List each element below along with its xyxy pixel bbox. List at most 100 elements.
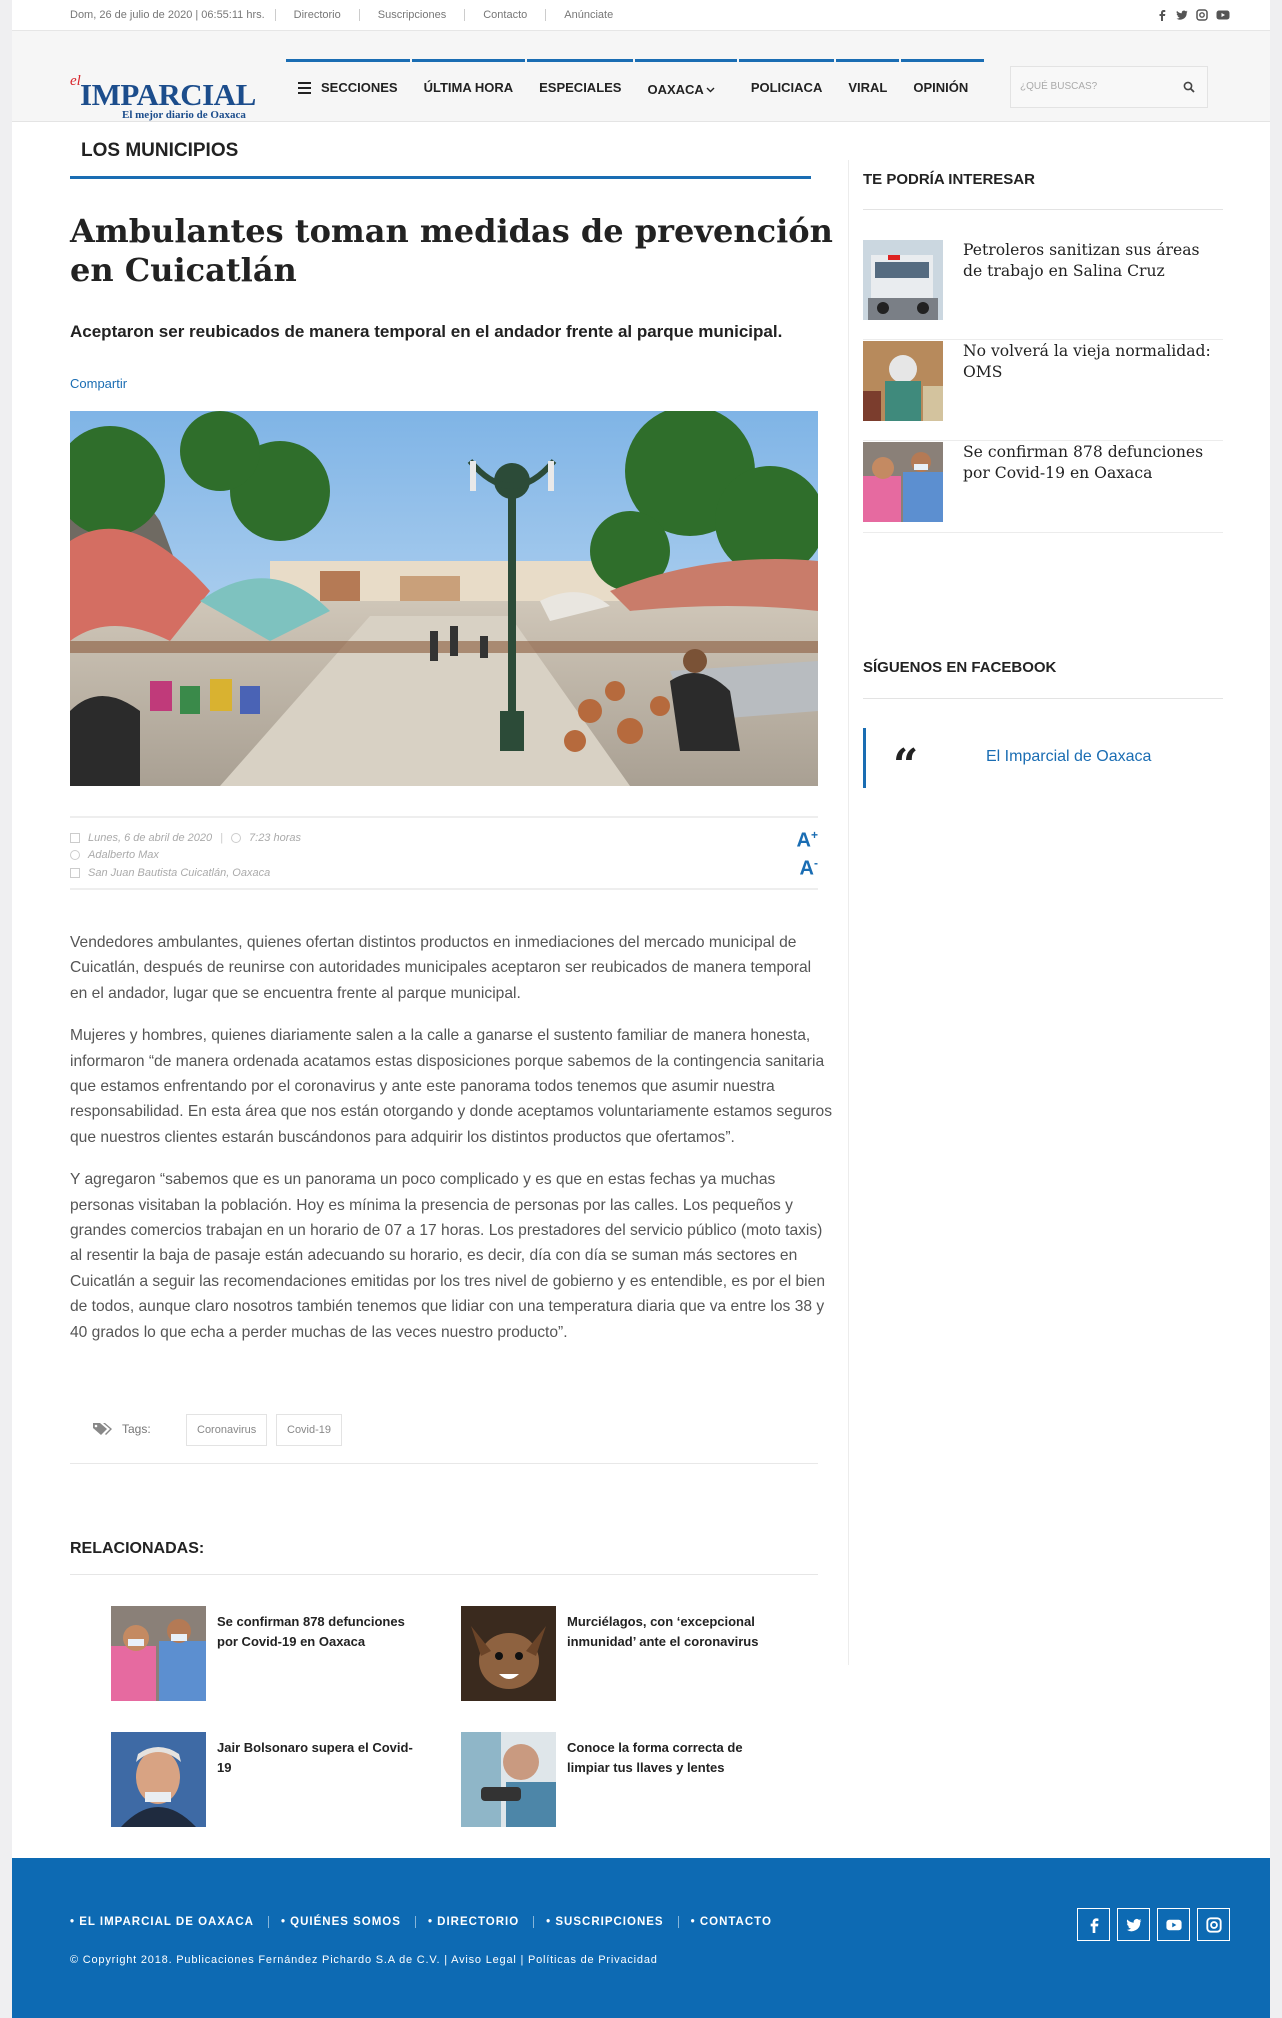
article-time: 7:23 horas (249, 832, 301, 844)
footer-facebook-button[interactable] (1077, 1908, 1110, 1941)
article-meta: Lunes, 6 de abril de 2020 | 7:23 horas A… (70, 816, 818, 890)
nav-policiaca[interactable]: POLICIACA (738, 59, 835, 119)
site-header: el IMPARCIAL El mejor diario de Oaxaca S… (12, 31, 1270, 122)
nav-label: OPINIÓN (913, 80, 969, 95)
related-item[interactable]: Jair Bolsonaro supera el Covid-19 (111, 1732, 431, 1827)
nav-opinion[interactable]: OPINIÓN (901, 59, 985, 119)
meta-date-row: Lunes, 6 de abril de 2020 | 7:23 horas (70, 832, 301, 844)
link-directorio[interactable]: Directorio (294, 9, 360, 21)
copyright: © Copyright 2018. Publicaciones Fernánde… (70, 1954, 658, 1966)
nav-label: OAXACA (647, 82, 704, 97)
youtube-icon (1165, 1919, 1182, 1930)
font-decrease-button[interactable]: A- (797, 852, 818, 880)
footer-link-directorio[interactable]: • DIRECTORIO (428, 1916, 535, 1928)
related-thumbnail (461, 1732, 556, 1827)
tags-label-wrap: Tags: (92, 1422, 151, 1436)
footer-link-suscripciones[interactable]: • SUSCRIPCIONES (546, 1916, 679, 1928)
article-author: Adalberto Max (88, 849, 159, 861)
font-increase-sign: + (810, 828, 818, 842)
nav-label: VIRAL (848, 80, 888, 95)
related-item[interactable]: Se confirman 878 defunciones por Covid-1… (111, 1606, 431, 1701)
search-icon[interactable] (1183, 81, 1195, 93)
footer-social (1077, 1908, 1230, 1941)
clock-icon (231, 833, 242, 843)
sidebar-item-title: Petroleros sanitizan sus áreas de trabaj… (963, 241, 1200, 280)
tag-coronavirus[interactable]: Coronavirus (186, 1414, 268, 1446)
article-paragraph: Vendedores ambulantes, quienes ofertan d… (70, 934, 812, 1002)
font-increase-button[interactable]: A+ (797, 824, 818, 852)
interest-divider (863, 209, 1223, 210)
top-bar: Dom, 26 de julio de 2020 | 06:55:11 hrs.… (12, 0, 1270, 31)
article-body: Vendedores ambulantes, quienes ofertan d… (70, 930, 832, 1362)
related-item-title: Conoce la forma correcta de limpiar tus … (567, 1740, 743, 1775)
font-decrease-sign: - (814, 855, 818, 870)
search-placeholder: ¿QUÉ BUSCAS? (1020, 81, 1098, 92)
font-increase-letter: A (796, 829, 811, 852)
related-thumbnail (111, 1606, 206, 1701)
sidebar-item[interactable]: Se confirman 878 defunciones por Covid-1… (863, 442, 1223, 533)
sidebar-item[interactable]: Petroleros sanitizan sus áreas de trabaj… (863, 240, 1223, 340)
nav-ultima-hora[interactable]: ÚLTIMA HORA (411, 59, 526, 119)
link-anunciate[interactable]: Anúnciate (564, 9, 631, 21)
youtube-icon[interactable] (1216, 9, 1230, 21)
related-item[interactable]: Conoce la forma correcta de limpiar tus … (461, 1732, 781, 1827)
twitter-icon[interactable] (1176, 9, 1188, 21)
related-divider (70, 1574, 818, 1575)
footer-link-quienes-somos[interactable]: • QUIÉNES SOMOS (281, 1916, 416, 1928)
related-thumbnail (461, 1606, 556, 1701)
article-paragraph: Y agregaron “sabemos que es un panorama … (70, 1171, 825, 1341)
footer-instagram-button[interactable] (1197, 1908, 1230, 1941)
related-title: RELACIONADAS: (70, 1540, 205, 1557)
nav-label: POLICIACA (750, 80, 823, 95)
related-item[interactable]: Murciélagos, con ‘excepcional inmunidad’… (461, 1606, 781, 1701)
sidebar-item-title: No volverá la vieja normalidad: OMS (963, 342, 1211, 381)
facebook-icon[interactable] (1156, 9, 1168, 21)
facebook-title: SÍGUENOS EN FACEBOOK (863, 659, 1057, 676)
nav-label: SECCIONES (321, 80, 398, 95)
article-location: San Juan Bautista Cuicatlán, Oaxaca (88, 867, 271, 879)
related-thumbnail (111, 1732, 206, 1827)
footer-link-contacto[interactable]: • CONTACTO (691, 1916, 786, 1928)
font-decrease-letter: A (799, 857, 814, 880)
article-hero-image (70, 411, 818, 786)
menu-icon (298, 82, 311, 97)
share-link[interactable]: Compartir (70, 376, 127, 391)
current-date: Dom, 26 de julio de 2020 | 06:55:11 hrs. (70, 9, 276, 21)
search-input[interactable]: ¿QUÉ BUSCAS? (1010, 66, 1208, 108)
sidebar-thumbnail (863, 442, 943, 522)
article-subtitle: Aceptaron ser reubicados de manera tempo… (70, 322, 783, 341)
footer-link-imparcial[interactable]: • EL IMPARCIAL DE OAXACA (70, 1916, 269, 1928)
logo-tagline: El mejor diario de Oaxaca (122, 109, 246, 121)
link-suscripciones[interactable]: Suscripciones (378, 9, 466, 21)
tags-icon (93, 1423, 112, 1435)
facebook-page-link[interactable]: El Imparcial de Oaxaca (986, 748, 1151, 766)
related-item-title: Murciélagos, con ‘excepcional inmunidad’… (567, 1614, 759, 1649)
chevron-down-icon (706, 87, 715, 93)
nav-oaxaca[interactable]: OAXACA (635, 59, 737, 119)
article-date: Lunes, 6 de abril de 2020 (88, 832, 213, 844)
link-contacto[interactable]: Contacto (483, 9, 547, 21)
quote-icon: “ (893, 740, 919, 791)
related-item-title: Se confirman 878 defunciones por Covid-1… (217, 1614, 405, 1649)
tags-label: Tags: (122, 1422, 151, 1436)
instagram-icon[interactable] (1196, 9, 1208, 21)
footer-twitter-button[interactable] (1117, 1908, 1150, 1941)
footer-youtube-button[interactable] (1157, 1908, 1190, 1941)
meta-author-row: Adalberto Max (70, 849, 159, 861)
meta-location-row: San Juan Bautista Cuicatlán, Oaxaca (70, 867, 270, 879)
facebook-widget: “ El Imparcial de Oaxaca (863, 728, 1223, 788)
sidebar-item[interactable]: No volverá la vieja normalidad: OMS (863, 341, 1223, 441)
nav-especiales[interactable]: ESPECIALES (527, 59, 634, 119)
section-title[interactable]: LOS MUNICIPIOS (81, 140, 238, 162)
sidebar-thumbnail (863, 341, 943, 421)
article-title: Ambulantes toman medidas de prevención e… (70, 212, 833, 289)
nav-secciones[interactable]: SECCIONES (286, 59, 410, 119)
calendar-icon (70, 833, 80, 843)
site-footer: • EL IMPARCIAL DE OAXACA • QUIÉNES SOMOS… (12, 1858, 1270, 2018)
top-social (1156, 9, 1230, 21)
sidebar-thumbnail (863, 240, 943, 320)
main-nav: SECCIONES ÚLTIMA HORA ESPECIALES OAXACA … (286, 59, 986, 119)
twitter-icon (1126, 1918, 1141, 1931)
nav-viral[interactable]: VIRAL (836, 59, 900, 119)
tag-covid-19[interactable]: Covid-19 (276, 1414, 343, 1446)
